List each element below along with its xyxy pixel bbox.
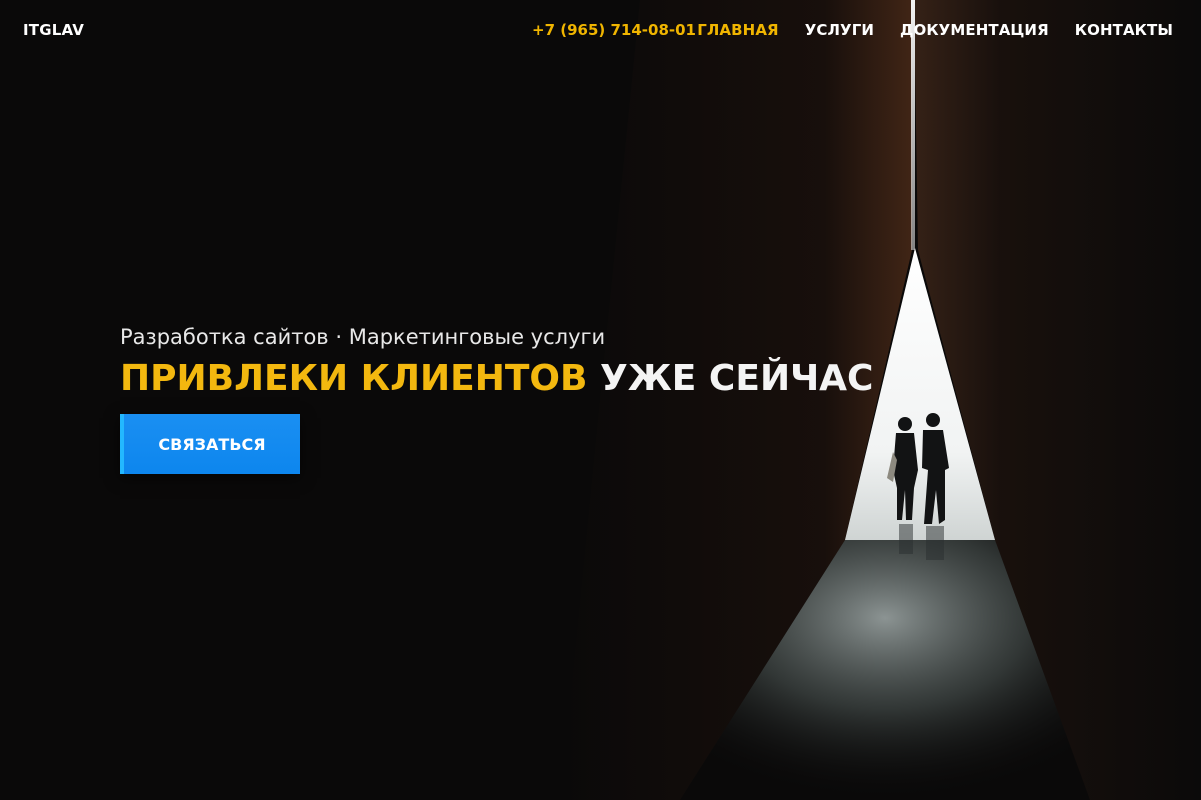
hero-headline-plain: УЖЕ СЕЙЧАС (599, 358, 874, 399)
contact-button[interactable]: СВЯЗАТЬСЯ (120, 414, 300, 474)
landing-page: ITGLAV +7 (965) 714-08-01 ГЛАВНАЯ УСЛУГИ… (0, 0, 1201, 800)
nav-item-home[interactable]: ГЛАВНАЯ (697, 21, 778, 39)
site-logo[interactable]: ITGLAV (23, 21, 84, 39)
nav-item-services[interactable]: УСЛУГИ (805, 21, 874, 39)
hero-background-image (560, 0, 1201, 800)
main-nav: ГЛАВНАЯ УСЛУГИ ДОКУМЕНТАЦИЯ КОНТАКТЫ (697, 21, 1173, 39)
phone-link[interactable]: +7 (965) 714-08-01 (532, 21, 696, 39)
hero-headline: ПРИВЛЕКИ КЛИЕНТОВ УЖЕ СЕЙЧАС (120, 358, 873, 399)
nav-item-documentation[interactable]: ДОКУМЕНТАЦИЯ (900, 21, 1049, 39)
hero-subtitle: Разработка сайтов · Маркетинговые услуги (120, 325, 606, 349)
nav-item-contacts[interactable]: КОНТАКТЫ (1075, 21, 1173, 39)
hero-headline-accent: ПРИВЛЕКИ КЛИЕНТОВ (120, 358, 588, 399)
